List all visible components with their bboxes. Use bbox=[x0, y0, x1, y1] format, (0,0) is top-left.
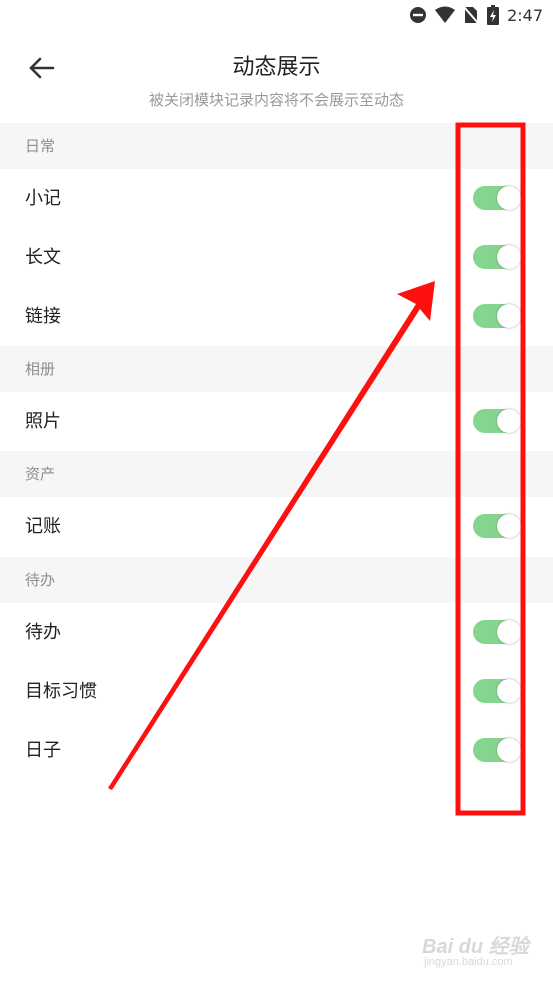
toggle-knob bbox=[497, 186, 521, 210]
setting-label: 小记 bbox=[25, 188, 61, 209]
setting-row-photos: 照片 bbox=[0, 392, 553, 451]
status-bar: 2:47 bbox=[0, 0, 553, 32]
toggle-knob bbox=[497, 514, 521, 538]
toggle-knob bbox=[497, 409, 521, 433]
toggle-switch[interactable] bbox=[473, 620, 521, 644]
header: 动态展示 被关闭模块记录内容将不会展示至动态 bbox=[0, 32, 553, 122]
page-subtitle: 被关闭模块记录内容将不会展示至动态 bbox=[148, 91, 404, 109]
setting-row-goals-habits: 目标习惯 bbox=[0, 662, 553, 721]
toggle-switch[interactable] bbox=[473, 679, 521, 703]
setting-row-bookkeeping: 记账 bbox=[0, 497, 553, 556]
setting-row-notes: 小记 bbox=[0, 169, 553, 228]
setting-label: 照片 bbox=[25, 411, 61, 432]
watermark-url: jingyan.baidu.com bbox=[424, 956, 513, 968]
section-header-album: 相册 bbox=[0, 346, 553, 392]
setting-label: 记账 bbox=[25, 516, 61, 537]
setting-row-days: 日子 bbox=[0, 721, 553, 780]
setting-label: 目标习惯 bbox=[25, 681, 97, 702]
toggle-switch[interactable] bbox=[473, 304, 521, 328]
no-sim-icon bbox=[463, 6, 479, 24]
setting-row-long-text: 长文 bbox=[0, 228, 553, 287]
toggle-knob bbox=[497, 620, 521, 644]
section-header-daily: 日常 bbox=[0, 123, 553, 169]
toggle-switch[interactable] bbox=[473, 186, 521, 210]
toggle-knob bbox=[497, 738, 521, 762]
setting-label: 链接 bbox=[25, 306, 61, 327]
setting-row-todo: 待办 bbox=[0, 603, 553, 662]
status-icons: 2:47 bbox=[409, 5, 543, 25]
toggle-knob bbox=[497, 679, 521, 703]
setting-row-links: 链接 bbox=[0, 287, 553, 346]
section-header-todo: 待办 bbox=[0, 557, 553, 603]
status-time: 2:47 bbox=[507, 5, 543, 25]
watermark: Bai du 经验 jingyan.baidu.com bbox=[422, 930, 532, 975]
setting-label: 长文 bbox=[25, 247, 61, 268]
toggle-switch[interactable] bbox=[473, 738, 521, 762]
toggle-switch[interactable] bbox=[473, 245, 521, 269]
do-not-disturb-icon bbox=[410, 7, 427, 23]
wifi-icon bbox=[435, 6, 456, 23]
section-header-assets: 资产 bbox=[0, 451, 553, 497]
toggle-knob bbox=[497, 304, 521, 328]
toggle-switch[interactable] bbox=[473, 409, 521, 433]
page-title: 动态展示 bbox=[232, 55, 321, 80]
watermark-logo: Bai du 经验 bbox=[422, 936, 529, 958]
toggle-switch[interactable] bbox=[473, 514, 521, 538]
battery-charging-icon bbox=[487, 5, 500, 25]
toggle-knob bbox=[497, 245, 521, 269]
setting-label: 待办 bbox=[25, 622, 61, 643]
setting-label: 日子 bbox=[25, 740, 61, 761]
